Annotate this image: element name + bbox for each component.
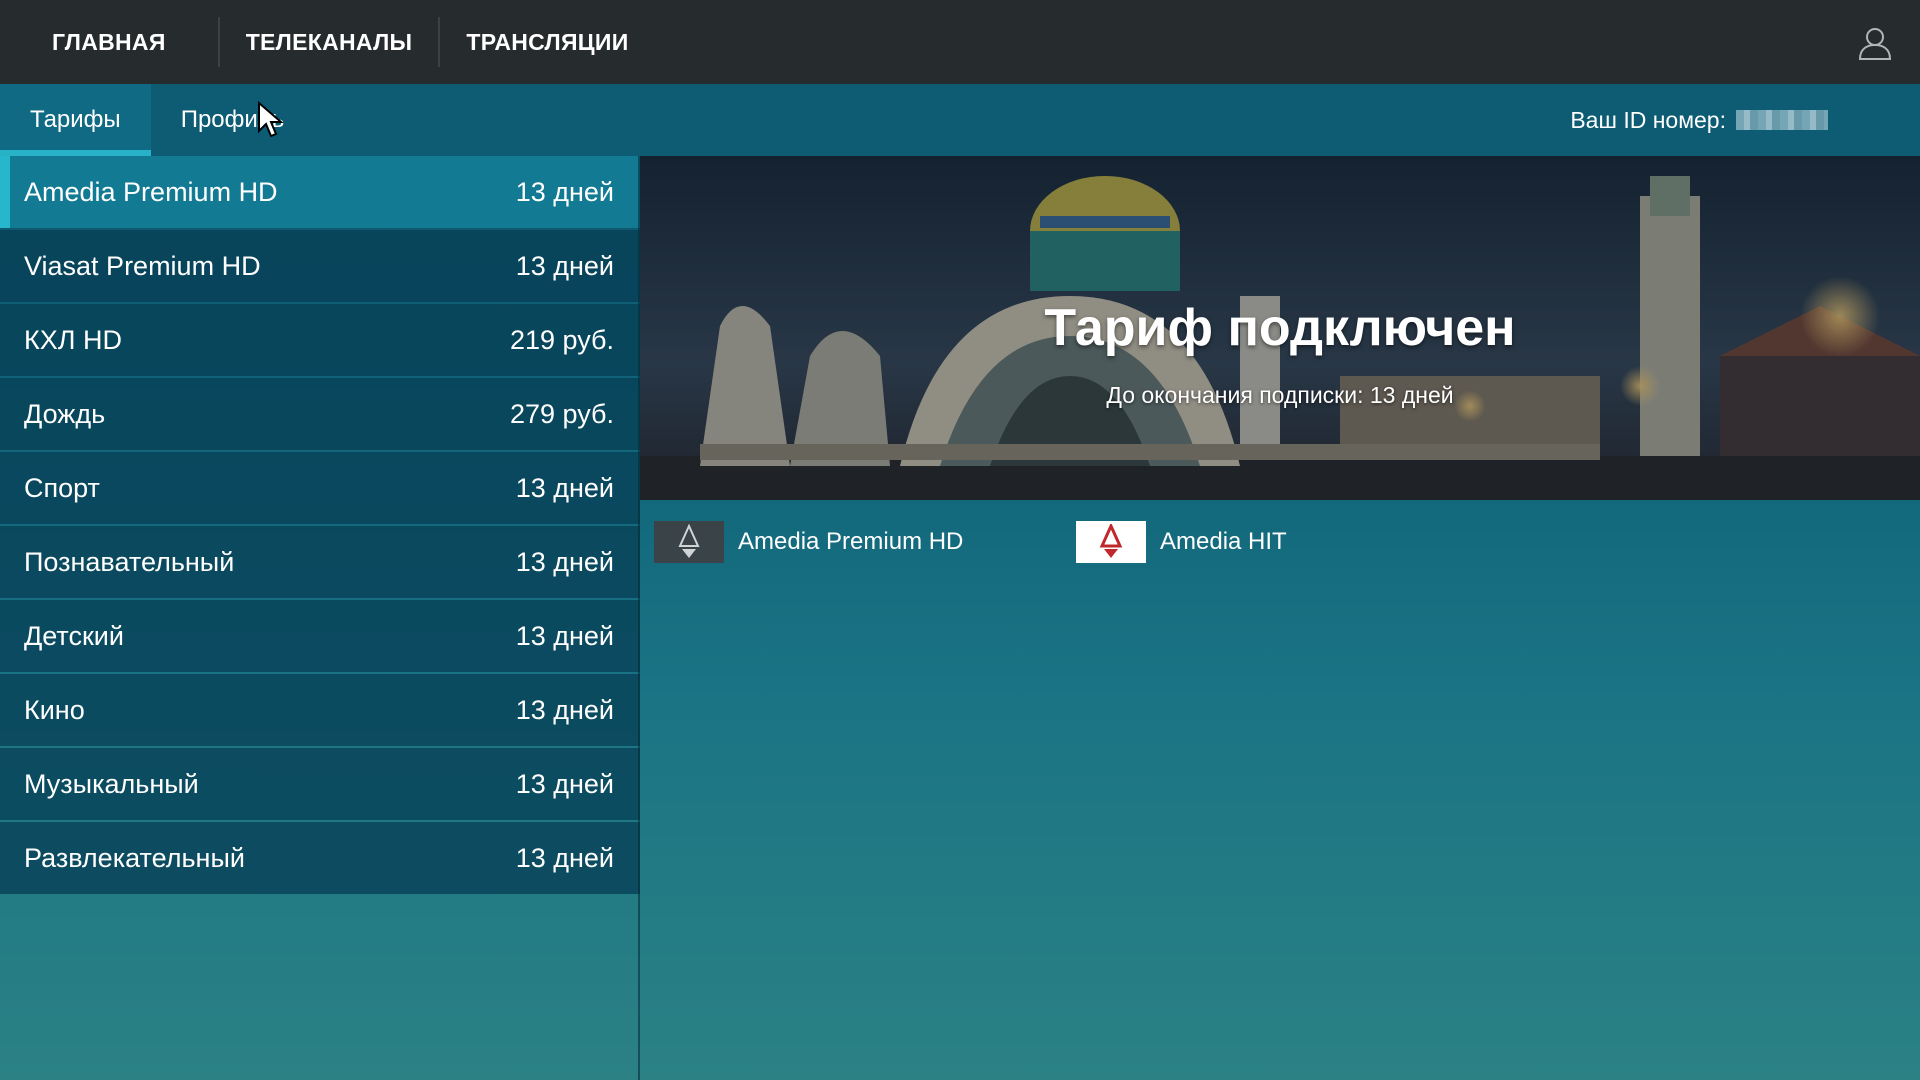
channel-item[interactable]: Amedia HIT xyxy=(1076,521,1287,563)
tariff-price: 279 руб. xyxy=(509,398,614,429)
tab-profile[interactable]: Профиль xyxy=(151,84,315,156)
user-icon[interactable] xyxy=(1858,26,1892,60)
tariff-name: Viasat Premium HD xyxy=(24,250,261,281)
tab-tariffs[interactable]: Тарифы xyxy=(0,84,151,156)
tariff-name: Познавательный xyxy=(24,546,235,577)
nav-item-home[interactable]: ГЛАВНАЯ xyxy=(0,17,220,67)
tariff-price: 13 дней xyxy=(515,842,614,873)
user-id-value-redacted xyxy=(1736,110,1828,130)
user-id-display: Ваш ID номер: xyxy=(1570,84,1828,156)
nav-item-channels[interactable]: ТЕЛЕКАНАЛЫ xyxy=(220,17,441,67)
tariff-banner: Тариф подключен До окончания подписки: 1… xyxy=(640,156,1920,500)
channel-item[interactable]: Amedia Premium HD xyxy=(654,521,963,563)
tariff-row[interactable]: Дождь 279 руб. xyxy=(0,378,640,450)
tariff-row[interactable]: Amedia Premium HD 13 дней xyxy=(0,156,640,228)
amedia-hit-logo-icon xyxy=(1076,521,1146,563)
banner-title: Тариф подключен xyxy=(1044,299,1516,357)
top-nav: ГЛАВНАЯ ТЕЛЕКАНАЛЫ ТРАНСЛЯЦИИ xyxy=(0,0,1920,84)
mouse-cursor-icon xyxy=(258,101,284,138)
tariff-row[interactable]: КХЛ HD 219 руб. xyxy=(0,304,640,376)
channel-name: Amedia Premium HD xyxy=(738,528,964,555)
tariff-list: Amedia Premium HD 13 дней Viasat Premium… xyxy=(0,156,640,896)
tariff-name: Amedia Premium HD xyxy=(24,176,278,207)
tariff-row[interactable]: Спорт 13 дней xyxy=(0,452,640,524)
sub-nav: Тарифы Профиль Ваш ID номер: xyxy=(0,84,1920,156)
channel-name: Amedia HIT xyxy=(1160,528,1287,555)
nav-item-broadcasts[interactable]: ТРАНСЛЯЦИИ xyxy=(440,17,654,67)
tariff-name: Музыкальный xyxy=(24,768,199,799)
user-id-label: Ваш ID номер: xyxy=(1570,106,1726,133)
tariff-price: 219 руб. xyxy=(509,324,614,355)
tariff-price: 13 дней xyxy=(515,694,614,725)
tariff-row[interactable]: Познавательный 13 дней xyxy=(0,526,640,598)
tariff-price: 13 дней xyxy=(515,768,614,799)
tariff-row[interactable]: Музыкальный 13 дней xyxy=(0,748,640,820)
tariff-name: КХЛ HD xyxy=(24,324,122,355)
tariff-name: Кино xyxy=(24,694,85,725)
tariff-price: 13 дней xyxy=(515,546,614,577)
tariff-row[interactable]: Кино 13 дней xyxy=(0,674,640,746)
banner-subtitle: До окончания подписки: 13 дней xyxy=(1106,382,1454,408)
tariff-name: Спорт xyxy=(24,472,100,503)
tariff-row[interactable]: Viasat Premium HD 13 дней xyxy=(0,230,640,302)
tariff-row[interactable]: Развлекательный 13 дней xyxy=(0,822,640,894)
tariff-row[interactable]: Детский 13 дней xyxy=(0,600,640,672)
tariff-price: 13 дней xyxy=(515,250,614,281)
amedia-premium-logo-icon xyxy=(654,521,724,563)
tariff-name: Детский xyxy=(24,620,124,651)
tariff-price: 13 дней xyxy=(515,176,614,207)
tariff-name: Дождь xyxy=(24,398,106,429)
tariff-price: 13 дней xyxy=(515,472,614,503)
tariff-name: Развлекательный xyxy=(24,842,245,873)
tariff-price: 13 дней xyxy=(515,620,614,651)
